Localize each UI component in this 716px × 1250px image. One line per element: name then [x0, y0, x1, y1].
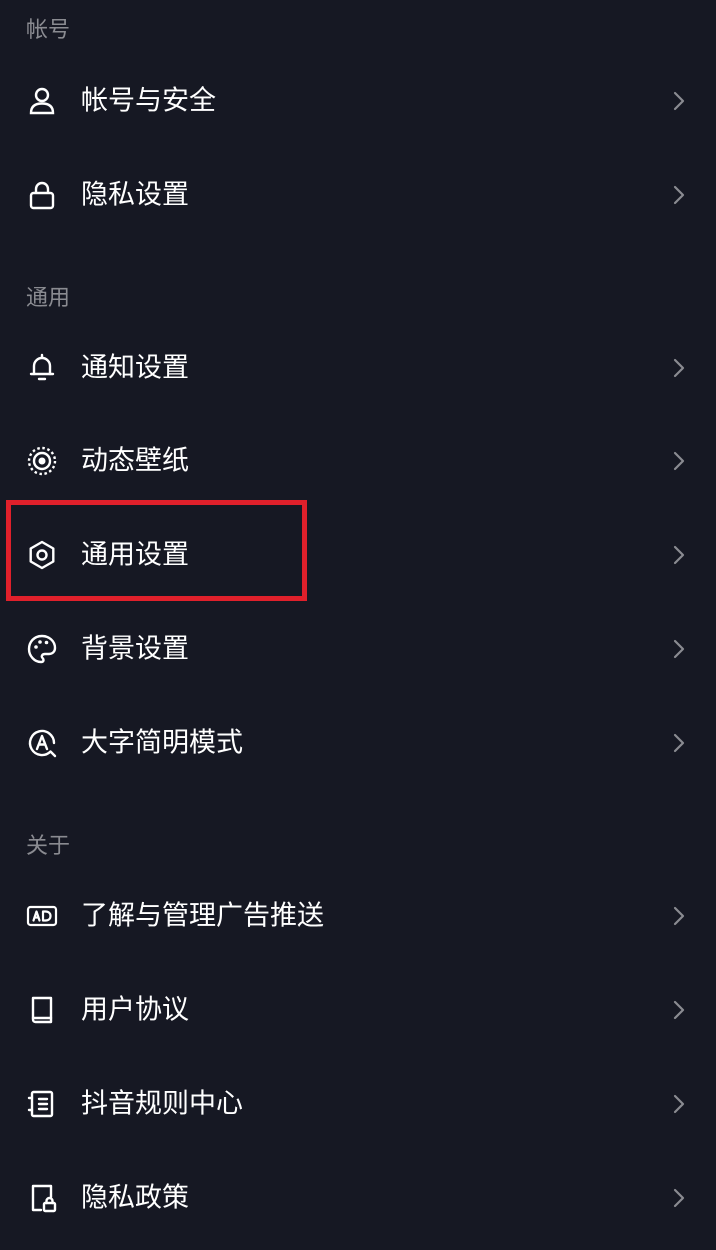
menu-item-rules-center[interactable]: 抖音规则中心	[0, 1057, 716, 1151]
rules-icon	[26, 1088, 58, 1120]
menu-item-live-wallpaper[interactable]: 动态壁纸	[0, 414, 716, 508]
menu-item-notification-settings[interactable]: 通知设置	[0, 321, 716, 415]
section-title-general: 通用	[26, 286, 71, 311]
chevron-right-icon	[672, 1093, 686, 1115]
book-icon	[26, 994, 58, 1026]
menu-item-label: 通知设置	[81, 352, 189, 384]
chevron-right-icon	[672, 184, 686, 206]
chevron-right-icon	[672, 450, 686, 472]
menu-item-label: 帐号与安全	[81, 85, 216, 117]
menu-item-user-agreement[interactable]: 用户协议	[0, 963, 716, 1057]
chevron-right-icon	[672, 732, 686, 754]
palette-icon	[26, 633, 58, 665]
menu-item-label: 了解与管理广告推送	[81, 900, 324, 932]
menu-item-large-font-mode[interactable]: 大字简明模式	[0, 696, 716, 790]
gear-icon	[26, 539, 58, 571]
chevron-right-icon	[672, 1187, 686, 1209]
menu-item-privacy-settings[interactable]: 隐私设置	[0, 148, 716, 242]
bell-icon	[26, 352, 58, 384]
large-font-icon	[26, 727, 58, 759]
live-wallpaper-icon	[26, 445, 58, 477]
menu-item-label: 隐私政策	[81, 1182, 189, 1214]
section-title-account: 帐号	[26, 18, 71, 43]
menu-item-privacy-policy[interactable]: 隐私政策	[0, 1151, 716, 1245]
menu-item-ad-management[interactable]: 了解与管理广告推送	[0, 869, 716, 963]
chevron-right-icon	[672, 905, 686, 927]
menu-item-label: 用户协议	[81, 994, 189, 1026]
chevron-right-icon	[672, 90, 686, 112]
menu-item-background-settings[interactable]: 背景设置	[0, 602, 716, 696]
chevron-right-icon	[672, 638, 686, 660]
menu-item-label: 动态壁纸	[81, 445, 189, 477]
menu-item-label: 抖音规则中心	[81, 1088, 243, 1120]
menu-item-label: 隐私设置	[81, 179, 189, 211]
menu-item-label: 大字简明模式	[81, 727, 243, 759]
privacy-policy-icon	[26, 1182, 58, 1214]
menu-item-account-security[interactable]: 帐号与安全	[0, 54, 716, 148]
lock-icon	[26, 179, 58, 211]
ad-icon	[26, 900, 58, 932]
chevron-right-icon	[672, 999, 686, 1021]
chevron-right-icon	[672, 357, 686, 379]
user-icon	[26, 85, 58, 117]
menu-item-label: 背景设置	[81, 633, 189, 665]
menu-item-label: 通用设置	[81, 539, 189, 571]
chevron-right-icon	[672, 544, 686, 566]
menu-item-general-settings[interactable]: 通用设置	[0, 508, 716, 602]
section-title-about: 关于	[26, 834, 71, 859]
